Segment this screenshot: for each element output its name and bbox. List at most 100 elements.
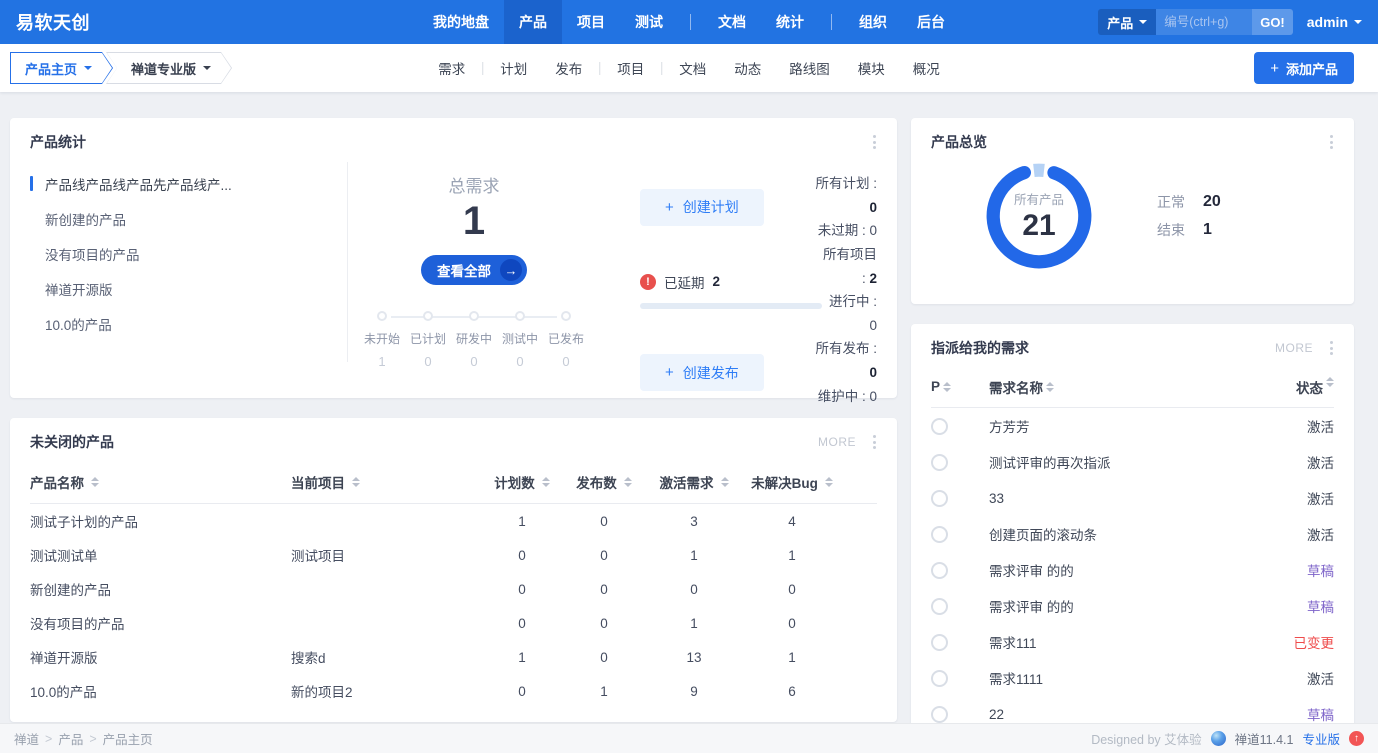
tab-product-home-label: 产品主页 [25,59,77,78]
story-row[interactable]: 测试评审的再次指派 激活 [931,444,1334,480]
story-row[interactable]: 33 激活 [931,480,1334,516]
add-product-button[interactable]: + 添加产品 [1254,52,1354,84]
search-input[interactable] [1156,9,1252,35]
subnav-item-project[interactable]: 项目 [603,58,658,78]
sort-icon[interactable] [721,477,729,487]
plus-icon: + [665,200,674,215]
sort-icon[interactable] [91,477,99,487]
search-scope-label: 产品 [1107,13,1133,32]
story-row[interactable]: 方芳芳 激活 [931,408,1334,444]
breadcrumb-product[interactable]: 产品 [58,729,83,748]
card-title: 未关闭的产品 [30,432,114,452]
status-badge: 草稿 [1307,560,1334,580]
create-plan-button[interactable]: + 创建计划 [640,189,764,226]
breadcrumb-product-home[interactable]: 产品主页 [103,729,153,748]
footer-right: Designed by 艾体验 禅道11.4.1 专业版 ↑ [1091,729,1364,748]
view-all-button[interactable]: 查看全部 → [421,255,527,285]
kebab-menu-icon[interactable] [1327,132,1336,152]
nav-item-doc[interactable]: 文档 [703,0,761,44]
left-column: 产品统计 产品线产品线产品先产品线产... 新创建的产品 没有项目的产品 禅道开… [10,118,897,732]
subnav-item-module[interactable]: 模块 [844,58,899,78]
nav-item-admin[interactable]: 后台 [902,0,960,44]
subnav-item-plan[interactable]: 计划 [486,58,541,78]
kebab-menu-icon[interactable] [1327,338,1336,358]
subnav-item-roadmap[interactable]: 路线图 [775,58,844,78]
search-scope-dropdown[interactable]: 产品 [1098,9,1156,35]
tab-current-product[interactable]: 禅道专业版 [106,52,232,84]
breadcrumb-home[interactable]: 禅道 [14,729,39,748]
card-title: 产品统计 [30,132,86,152]
subnav-item-dynamic[interactable]: 动态 [720,58,775,78]
nav-item-product[interactable]: 产品 [504,0,562,44]
divider [661,62,662,75]
table-row[interactable]: 测试子计划的产品 10 34 [30,504,877,538]
divider [599,62,600,75]
navbar-right: 产品 GO! admin [1098,9,1378,35]
legend-item: 正常 20 [1157,192,1221,212]
card-title: 指派给我的需求 [931,338,1029,358]
app-logo[interactable]: 易软天创 [0,9,106,35]
nav-item-report[interactable]: 统计 [761,0,819,44]
story-row[interactable]: 需求评审 的的 草稿 [931,588,1334,624]
top-navbar: 易软天创 我的地盘 产品 项目 测试 文档 统计 组织 后台 产品 GO! ad… [0,0,1378,44]
sort-icon[interactable] [1046,382,1054,392]
status-badge: 草稿 [1307,704,1334,724]
sort-icon[interactable] [624,477,632,487]
breadcrumb-separator: > [45,732,52,746]
nav-item-project[interactable]: 项目 [562,0,620,44]
sort-icon[interactable] [352,477,360,487]
product-list-item[interactable]: 10.0的产品 [30,306,333,341]
selected-indicator [30,176,33,191]
create-release-button[interactable]: + 创建发布 [640,354,764,391]
story-row[interactable]: 创建页面的滚动条 激活 [931,516,1334,552]
sort-icon[interactable] [943,382,951,392]
edition-link[interactable]: 专业版 [1302,729,1340,748]
chevron-down-icon [203,66,211,70]
priority-icon [931,562,948,579]
subnav-item-story[interactable]: 需求 [424,58,479,78]
more-link[interactable]: MORE [818,435,856,449]
step-dot-icon [469,311,479,321]
right-column: 产品总览 所有产品 21 [911,118,1354,732]
story-summary: 总需求 1 查看全部 → 未开始1 已计划0 研发中0 测试中0 已发布0 [348,162,600,362]
story-row[interactable]: 需求111 已变更 [931,624,1334,660]
priority-icon [931,634,948,651]
subnav-item-release[interactable]: 发布 [541,58,596,78]
chevron-down-icon [84,66,92,70]
table-row[interactable]: 没有项目的产品 00 10 [30,606,877,640]
kebab-menu-icon[interactable] [870,132,879,152]
story-row[interactable]: 需求1111 激活 [931,660,1334,696]
sort-icon[interactable] [542,477,550,487]
kebab-menu-icon[interactable] [870,432,879,452]
delayed-label: 已延期 [664,272,705,292]
nav-item-org[interactable]: 组织 [844,0,902,44]
nav-item-test[interactable]: 测试 [620,0,678,44]
sort-icon[interactable] [1326,377,1334,397]
tab-product-home[interactable]: 产品主页 [10,52,113,84]
table-row[interactable]: 禅道开源版搜索d 10 131 [30,640,877,674]
table-row[interactable]: 新创建的产品 00 00 [30,572,877,606]
sort-icon[interactable] [825,477,833,487]
product-list-item[interactable]: 禅道开源版 [30,271,333,306]
product-list-item[interactable]: 产品线产品线产品先产品线产... [30,166,333,201]
search-go-button[interactable]: GO! [1252,9,1293,35]
product-list-item[interactable]: 新创建的产品 [30,201,333,236]
subnav-item-doc[interactable]: 文档 [665,58,720,78]
view-all-label: 查看全部 [437,260,491,280]
upgrade-icon[interactable]: ↑ [1349,731,1364,746]
subnav-item-view[interactable]: 概况 [899,58,954,78]
user-menu[interactable]: admin [1307,14,1362,30]
donut-legend: 正常 20 结束 1 [1157,184,1221,248]
status-badge: 已变更 [1294,632,1335,652]
nav-item-my[interactable]: 我的地盘 [418,0,504,44]
nav-divider [690,14,691,30]
story-row[interactable]: 需求评审 的的 草稿 [931,552,1334,588]
stage-step: 未开始1 [359,311,405,369]
table-row[interactable]: 测试测试单测试项目 00 11 [30,538,877,572]
table-row[interactable]: 10.0的产品新的项目2 01 96 [30,674,877,708]
product-list-item[interactable]: 没有项目的产品 [30,236,333,271]
table-header: 产品名称 当前项目 计划数 发布数 激活需求 未解决Bug [30,460,877,504]
more-link[interactable]: MORE [1275,341,1313,355]
chevron-down-icon [1354,20,1362,24]
release-stats: 所有发布 : 0 维护中 : 0 [814,337,877,408]
